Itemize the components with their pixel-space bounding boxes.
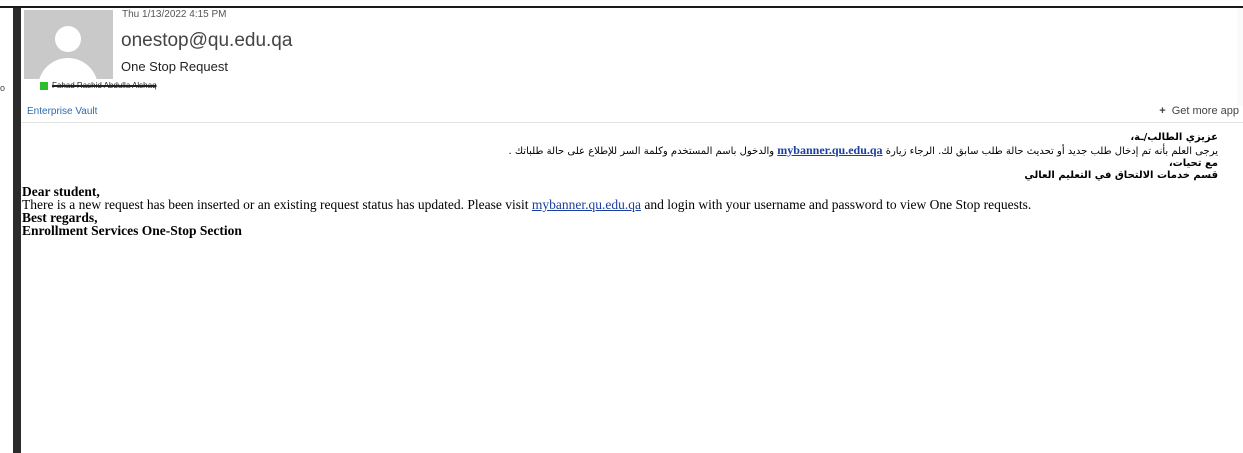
english-section-name: Enrollment Services One-Stop Section [22,223,242,238]
arabic-paragraph: يرجى العلم بأنه تم إدخال طلب جديد أو تحد… [22,143,1219,158]
message-body: عزيزي الطالب/ـة، يرجى العلم بأنه تم إدخا… [22,132,1218,237]
message-timestamp: Thu 1/13/2022 4:15 PM [122,9,227,20]
english-mybanner-link[interactable]: mybanner.qu.edu.qa [532,197,641,212]
message-subject: One Stop Request [121,59,228,74]
arabic-greeting: عزيزي الطالب/ـة، [1130,132,1218,143]
arabic-text-part2: والدخول باسم المستخدم وكلمة السر للإطلاع… [508,146,778,157]
reading-pane-left-border [13,8,21,453]
english-paragraph: There is a new request has been inserted… [22,197,1218,212]
reading-pane-right-edge [1237,8,1243,106]
addin-bar: Enterprise Vault + Get more app [21,100,1243,123]
avatar-shoulders-shape [38,58,98,79]
to-label: o [0,83,6,93]
enterprise-vault-link[interactable]: Enterprise Vault [27,106,97,117]
arabic-mybanner-link[interactable]: mybanner.qu.edu.qa [777,143,882,157]
window-top-edge [0,0,1243,8]
english-text-part2: and login with your username and passwor… [640,197,1032,212]
english-text-part1: There is a new request has been inserted… [22,197,532,212]
presence-status-icon [40,82,48,90]
arabic-section-name: قسم خدمات الالتحاق في التعليم العالي [1024,170,1218,181]
arabic-regards: مع تحيات، [1168,158,1218,169]
arabic-text-part1: يرجى العلم بأنه تم إدخال طلب جديد أو تحد… [882,146,1218,157]
recipient-name[interactable]: Fahad Rashid Abdulla Alshaq [52,81,157,90]
get-more-apps-button[interactable]: + Get more app [1159,105,1239,117]
plus-icon: + [1159,105,1166,117]
sender-avatar-icon[interactable] [24,10,113,79]
get-more-apps-label: Get more app [1171,105,1239,117]
avatar-head-shape [55,26,81,52]
sender-address[interactable]: onestop@qu.edu.qa [121,30,292,52]
arabic-section: عزيزي الطالب/ـة، يرجى العلم بأنه تم إدخا… [22,132,1219,182]
english-section: Dear student, There is a new request has… [22,185,1218,238]
